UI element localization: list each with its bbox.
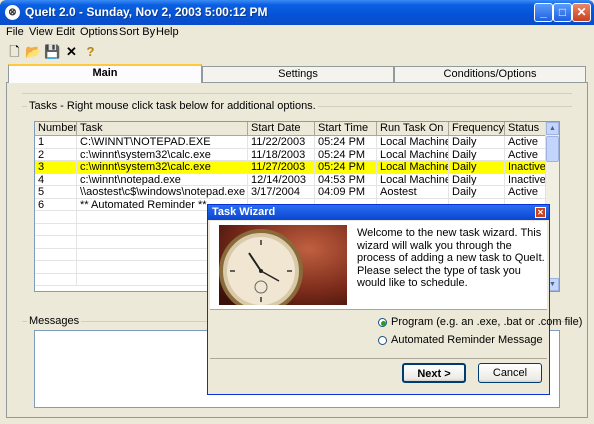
cell-task: c:\winnt\notepad.exe xyxy=(77,173,248,186)
cancel-button[interactable]: Cancel xyxy=(478,363,542,383)
window-title: QueIt 2.0 - Sunday, Nov 2, 2003 5:00:12 … xyxy=(25,5,268,19)
column-header-status[interactable]: Status xyxy=(505,122,547,136)
cell-start-time: 05:24 PM xyxy=(315,136,377,149)
cell-start-time: 04:09 PM xyxy=(315,186,377,199)
cell-number: 1 xyxy=(35,136,77,149)
cell-start-time: 04:53 PM xyxy=(315,173,377,186)
cell-number xyxy=(35,236,77,249)
cell-frequency: Daily xyxy=(449,161,505,174)
column-header-number[interactable]: Number xyxy=(35,122,77,136)
menu-help[interactable]: Help xyxy=(156,26,179,38)
cell-start-time: 05:24 PM xyxy=(315,148,377,161)
cell-status: Active xyxy=(505,148,547,161)
cell-start-date: 11/27/2003 xyxy=(248,161,315,174)
program-option-label[interactable]: Program (e.g. an .exe, .bat or .com file… xyxy=(391,316,582,328)
column-header-frequency[interactable]: Frequency xyxy=(449,122,505,136)
cell-frequency: Daily xyxy=(449,148,505,161)
cell-run-task-on: Local Machine xyxy=(377,136,449,149)
column-header-start-date[interactable]: Start Date xyxy=(248,122,315,136)
cell-task: c:\winnt\system32\calc.exe xyxy=(77,161,248,174)
help-icon[interactable]: ? xyxy=(80,42,101,63)
cell-run-task-on: Local Machine xyxy=(377,148,449,161)
cell-number: 6 xyxy=(35,198,77,211)
dialog-separator xyxy=(210,358,547,359)
app-icon[interactable]: ⊗ xyxy=(5,5,20,20)
dialog-title: Task Wizard xyxy=(208,205,549,220)
column-header-start-time[interactable]: Start Time xyxy=(315,122,377,136)
cell-task: \\aostest\c$\windows\notepad.exe xyxy=(77,186,248,199)
cell-number: 5 xyxy=(35,186,77,199)
cell-frequency: Daily xyxy=(449,186,505,199)
cell-status: Inactive xyxy=(505,173,547,186)
close-button[interactable]: ✕ xyxy=(572,3,591,22)
reminder-radio[interactable] xyxy=(378,336,387,345)
delete-icon[interactable]: ✕ xyxy=(61,42,82,63)
open-folder-icon[interactable]: 📂 xyxy=(23,42,44,63)
cell-frequency: Daily xyxy=(449,136,505,149)
cell-number: 4 xyxy=(35,173,77,186)
cell-number xyxy=(35,211,77,224)
scroll-up-icon[interactable]: ▲ xyxy=(546,122,559,135)
maximize-button[interactable]: □ xyxy=(553,3,572,22)
menu-bar: File View Edit Options Sort By Help xyxy=(0,25,594,40)
wizard-header-panel: Welcome to the new task wizard. This wiz… xyxy=(210,221,547,310)
cell-number: 2 xyxy=(35,148,77,161)
tasks-group-label: Tasks - Right mouse click task below for… xyxy=(27,100,318,112)
table-row[interactable]: 5 \\aostest\c$\windows\notepad.exe 3/17/20… xyxy=(35,186,547,199)
table-row[interactable]: 4 c:\winnt\notepad.exe 12/14/2003 04:53 PM L… xyxy=(35,173,547,186)
cell-status: Active xyxy=(505,186,547,199)
title-bar: ⊗ QueIt 2.0 - Sunday, Nov 2, 2003 5:00:1… xyxy=(0,0,594,25)
menu-edit[interactable]: Edit xyxy=(56,26,75,38)
column-header-run-task-on[interactable]: Run Task On xyxy=(377,122,449,136)
cell-start-time: 05:24 PM xyxy=(315,161,377,174)
pocket-watch-image xyxy=(219,225,347,305)
minimize-button[interactable]: _ xyxy=(534,3,553,22)
next-button[interactable]: Next > xyxy=(402,363,466,383)
menu-file[interactable]: File xyxy=(6,26,24,38)
cell-task: c:\winnt\system32\calc.exe xyxy=(77,148,248,161)
tab-conditions-options[interactable]: Conditions/Options xyxy=(394,66,586,82)
menu-sort-by[interactable]: Sort By xyxy=(119,26,155,38)
cell-frequency: Daily xyxy=(449,173,505,186)
messages-group-label: Messages xyxy=(27,315,82,327)
cell-status: Inactive xyxy=(505,161,547,174)
dialog-close-icon[interactable]: ✕ xyxy=(535,207,546,218)
table-row[interactable]: 2 c:\winnt\system32\calc.exe 11/18/2003 05:… xyxy=(35,148,547,161)
cell-number xyxy=(35,223,77,236)
table-row[interactable]: 1 C:\WINNT\NOTEPAD.EXE 11/22/2003 05:24 PM L… xyxy=(35,136,547,149)
table-row[interactable]: 3 c:\winnt\system32\calc.exe 11/27/2003 05:… xyxy=(35,161,547,174)
cell-status: Active xyxy=(505,136,547,149)
new-document-icon[interactable]: 🗋 xyxy=(4,42,25,63)
tab-separator xyxy=(22,93,572,94)
cell-number xyxy=(35,273,77,286)
cell-number xyxy=(35,261,77,274)
cell-start-date: 12/14/2003 xyxy=(248,173,315,186)
wizard-welcome-text: Welcome to the new task wizard. This wiz… xyxy=(357,227,545,289)
cell-start-date: 3/17/2004 xyxy=(248,186,315,199)
tab-settings[interactable]: Settings xyxy=(202,66,394,82)
cell-run-task-on: Local Machine xyxy=(377,161,449,174)
save-icon[interactable]: 💾 xyxy=(42,42,63,63)
tab-main[interactable]: Main xyxy=(8,64,202,83)
program-radio[interactable] xyxy=(378,318,387,327)
column-header-task[interactable]: Task xyxy=(77,122,248,136)
cell-run-task-on: Aostest xyxy=(377,186,449,199)
cell-start-date: 11/22/2003 xyxy=(248,136,315,149)
cell-run-task-on: Local Machine xyxy=(377,173,449,186)
scroll-thumb[interactable] xyxy=(546,136,559,162)
task-wizard-dialog: Task Wizard ✕ Welcome to the new task wi… xyxy=(207,204,582,395)
cell-start-date: 11/18/2003 xyxy=(248,148,315,161)
cell-number xyxy=(35,248,77,261)
menu-options[interactable]: Options xyxy=(80,26,118,38)
table-header: Number Task Start Date Start Time Run Ta… xyxy=(35,122,547,136)
cell-number: 3 xyxy=(35,161,77,174)
reminder-option-label[interactable]: Automated Reminder Message xyxy=(391,334,543,346)
menu-view[interactable]: View xyxy=(29,26,53,38)
cell-task: C:\WINNT\NOTEPAD.EXE xyxy=(77,136,248,149)
